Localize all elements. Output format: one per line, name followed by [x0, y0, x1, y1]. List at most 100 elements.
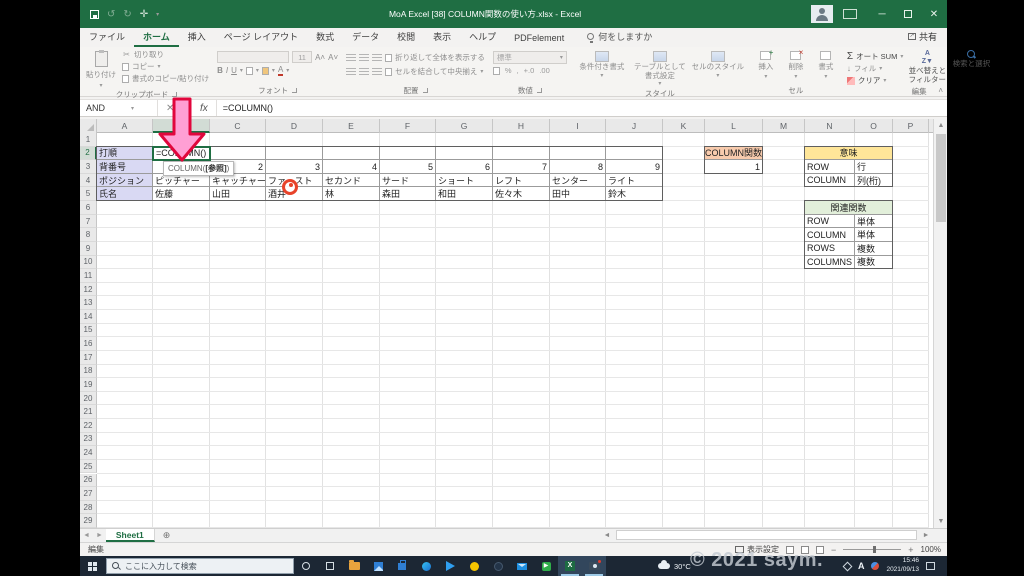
vertical-scroll-thumb[interactable] — [936, 134, 946, 222]
grid-cell-N10[interactable]: COLUMNS — [805, 255, 855, 270]
tab-5[interactable]: データ — [343, 27, 388, 47]
grid-cell-N6[interactable]: 関連関数 — [805, 201, 893, 215]
column-header-M[interactable]: M — [763, 119, 805, 133]
zoom-in-icon[interactable]: + — [908, 545, 913, 555]
fill-button[interactable]: ↓ フィル ▾ — [847, 63, 903, 74]
font-name-box[interactable] — [217, 51, 290, 63]
font-size-box[interactable]: 11 — [292, 51, 313, 63]
column-header-F[interactable]: F — [380, 119, 436, 133]
minimize-button[interactable]: ─ — [869, 0, 895, 28]
align-center-icon[interactable] — [359, 67, 370, 76]
row-header-17[interactable]: 17 — [80, 350, 97, 365]
grid-cell-E5[interactable]: 林 — [323, 187, 380, 202]
row-header-11[interactable]: 11 — [80, 269, 97, 283]
notification-center-icon[interactable] — [926, 562, 935, 570]
restore-button[interactable] — [895, 0, 921, 28]
sheet-nav-right-icon[interactable]: ► — [93, 532, 106, 539]
row-header-8[interactable]: 8 — [80, 228, 97, 242]
share-button[interactable]: ↗ 共有 — [898, 30, 947, 47]
grid-cell-N7[interactable]: ROW — [805, 214, 855, 229]
shrink-font-icon[interactable]: A˅ — [328, 53, 338, 62]
task-view-button[interactable] — [318, 556, 342, 576]
dialog-launcher-icon[interactable] — [422, 88, 428, 93]
column-header-J[interactable]: J — [606, 119, 663, 133]
grid-cell-G2[interactable] — [436, 146, 493, 161]
grid-cell-J4[interactable]: ライト — [606, 173, 663, 188]
percent-style-button[interactable]: % — [505, 66, 512, 75]
paste-button[interactable]: 貼り付け ▾ — [84, 49, 118, 89]
conditional-formatting-button[interactable]: 条件付き書式 ▾ — [575, 49, 629, 80]
column-header-P[interactable]: P — [893, 119, 929, 133]
row-header-6[interactable]: 6 — [80, 201, 97, 215]
column-header-L[interactable]: L — [705, 119, 763, 133]
row-header-27[interactable]: 27 — [80, 487, 97, 501]
grid-cell-C5[interactable]: 山田 — [210, 187, 266, 202]
grid-cell-N8[interactable]: COLUMN — [805, 228, 855, 242]
grid-cell-C2[interactable] — [210, 146, 266, 161]
grid-cell-B5[interactable]: 佐藤 — [153, 187, 210, 202]
grid-cell-O8[interactable]: 単体 — [855, 228, 893, 242]
tab-6[interactable]: 校閲 — [388, 27, 424, 47]
font-color-icon[interactable]: A — [277, 65, 284, 76]
decrease-decimal-button[interactable]: .00 — [539, 66, 549, 75]
row-header-19[interactable]: 19 — [80, 378, 97, 392]
row-header-4[interactable]: 4 — [80, 173, 97, 188]
grid-cell-N9[interactable]: ROWS — [805, 241, 855, 256]
grid-cell-O4[interactable]: 列(桁) — [855, 173, 893, 188]
row-header-5[interactable]: 5 — [80, 187, 97, 202]
scroll-left-icon[interactable]: ◄ — [600, 532, 614, 539]
grid-cell-I3[interactable]: 8 — [550, 160, 606, 174]
row-header-9[interactable]: 9 — [80, 241, 97, 256]
start-button[interactable] — [80, 556, 104, 576]
fill-color-icon[interactable] — [261, 66, 269, 75]
people-button[interactable] — [486, 556, 510, 576]
grid-cell-G4[interactable]: ショート — [436, 173, 493, 188]
save-icon[interactable] — [90, 9, 99, 19]
dialog-launcher-icon[interactable] — [292, 88, 298, 93]
row-header-13[interactable]: 13 — [80, 296, 97, 311]
column-header-N[interactable]: N — [805, 119, 855, 133]
row-header-7[interactable]: 7 — [80, 214, 97, 229]
tab-3[interactable]: ページ レイアウト — [215, 27, 307, 47]
comma-style-button[interactable]: , — [517, 66, 519, 75]
column-header-E[interactable]: E — [323, 119, 380, 133]
grid-cell-F2[interactable] — [380, 146, 436, 161]
grid-cell-I5[interactable]: 田中 — [550, 187, 606, 202]
scroll-down-icon[interactable]: ▼ — [934, 515, 948, 528]
grid-cell-G3[interactable]: 6 — [436, 160, 493, 174]
name-box[interactable]: AND ▾ — [80, 100, 158, 116]
row-header-23[interactable]: 23 — [80, 432, 97, 447]
row-header-12[interactable]: 12 — [80, 282, 97, 297]
row-header-26[interactable]: 26 — [80, 473, 97, 488]
row-header-29[interactable]: 29 — [80, 514, 97, 528]
insert-cells-button[interactable]: 挿入▾ — [753, 48, 779, 80]
tray-sphere-icon[interactable] — [871, 562, 880, 570]
tab-8[interactable]: ヘルプ — [460, 27, 505, 47]
grid-cell-O7[interactable]: 単体 — [855, 214, 893, 229]
align-right-icon[interactable] — [372, 67, 383, 76]
grid-cell-A5[interactable]: 氏名 — [97, 187, 153, 202]
row-header-24[interactable]: 24 — [80, 446, 97, 460]
grid-cell-F3[interactable]: 5 — [380, 160, 436, 174]
account-avatar[interactable] — [811, 5, 833, 23]
column-header-D[interactable]: D — [266, 119, 323, 133]
grid-cell-J2[interactable] — [606, 146, 663, 161]
format-as-table-button[interactable]: テーブルとして書式設定 ▾ — [633, 49, 687, 88]
zoom-slider[interactable] — [843, 546, 902, 553]
format-cells-button[interactable]: 書式 ▾ — [813, 49, 839, 80]
zoom-slider-thumb[interactable] — [873, 546, 877, 553]
copy-button[interactable]: コピー ▾ — [122, 61, 209, 72]
dialog-launcher-icon[interactable] — [536, 88, 542, 93]
taskbar-search-input[interactable]: ここに入力して検索 — [106, 558, 294, 574]
align-bottom-icon[interactable] — [372, 53, 383, 62]
tab-1[interactable]: ホーム — [134, 27, 179, 47]
grid-cell-J5[interactable]: 鈴木 — [606, 187, 663, 202]
scroll-right-icon[interactable]: ► — [919, 532, 933, 539]
grid-cell-A3[interactable]: 背番号 — [97, 160, 153, 174]
weather-widget[interactable]: 30°C — [658, 560, 691, 571]
touch-mode-icon[interactable]: ✛ — [140, 9, 148, 20]
column-header-C[interactable]: C — [210, 119, 266, 133]
excel-taskbar-button[interactable]: X — [558, 556, 582, 576]
sort-filter-button[interactable]: A Z▼ 並べ替えとフィルター — [907, 49, 947, 84]
grid-cell-H5[interactable]: 佐々木 — [493, 187, 550, 202]
